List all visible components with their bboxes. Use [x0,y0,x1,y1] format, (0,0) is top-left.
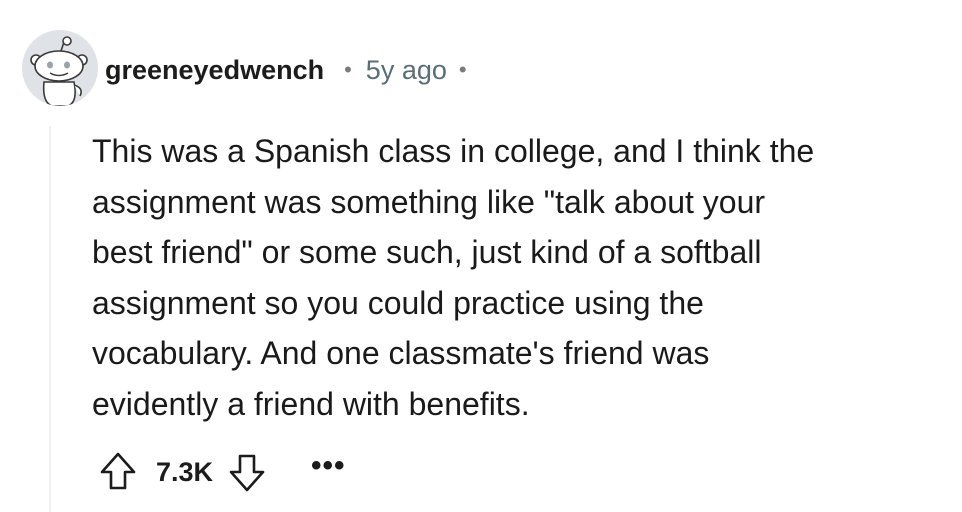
comment-body-line: assignment so you could practice using t… [92,284,704,321]
comment-body-line: best friend" or some such, just kind of … [92,234,762,270]
upvote-button[interactable] [98,450,138,494]
more-options-icon[interactable]: ••• [311,451,346,481]
comment-body-line: evidently a friend with benefits. [92,385,530,422]
downvote-arrow-icon [229,454,265,492]
reddit-snoo-avatar-icon [22,30,98,106]
user-avatar-icon[interactable] [22,30,98,106]
upvote-arrow-icon [100,452,136,490]
meta-separator: • [344,57,352,82]
comment-actions: 7.3K ••• [98,448,346,496]
comment-body-line: This was a Spanish class in college, and… [92,133,815,169]
vote-score: 7.3K [156,456,214,487]
comment: greeneyedwench • 5y ago • This was a Spa… [0,0,962,512]
thread-line[interactable] [49,126,51,512]
downvote-button[interactable] [227,450,267,494]
comment-body-line: vocabulary. And one classmate's friend w… [92,335,710,371]
comment-body-line: assignment was something like "talk abou… [92,183,766,220]
meta-separator-trailing: • [458,57,467,82]
comment-header: greeneyedwench • 5y ago • [105,50,467,90]
username-link[interactable]: greeneyedwench [105,55,324,86]
comment-body: This was a Spanish class in college, and… [92,126,942,429]
comment-age[interactable]: 5y ago [366,55,447,86]
